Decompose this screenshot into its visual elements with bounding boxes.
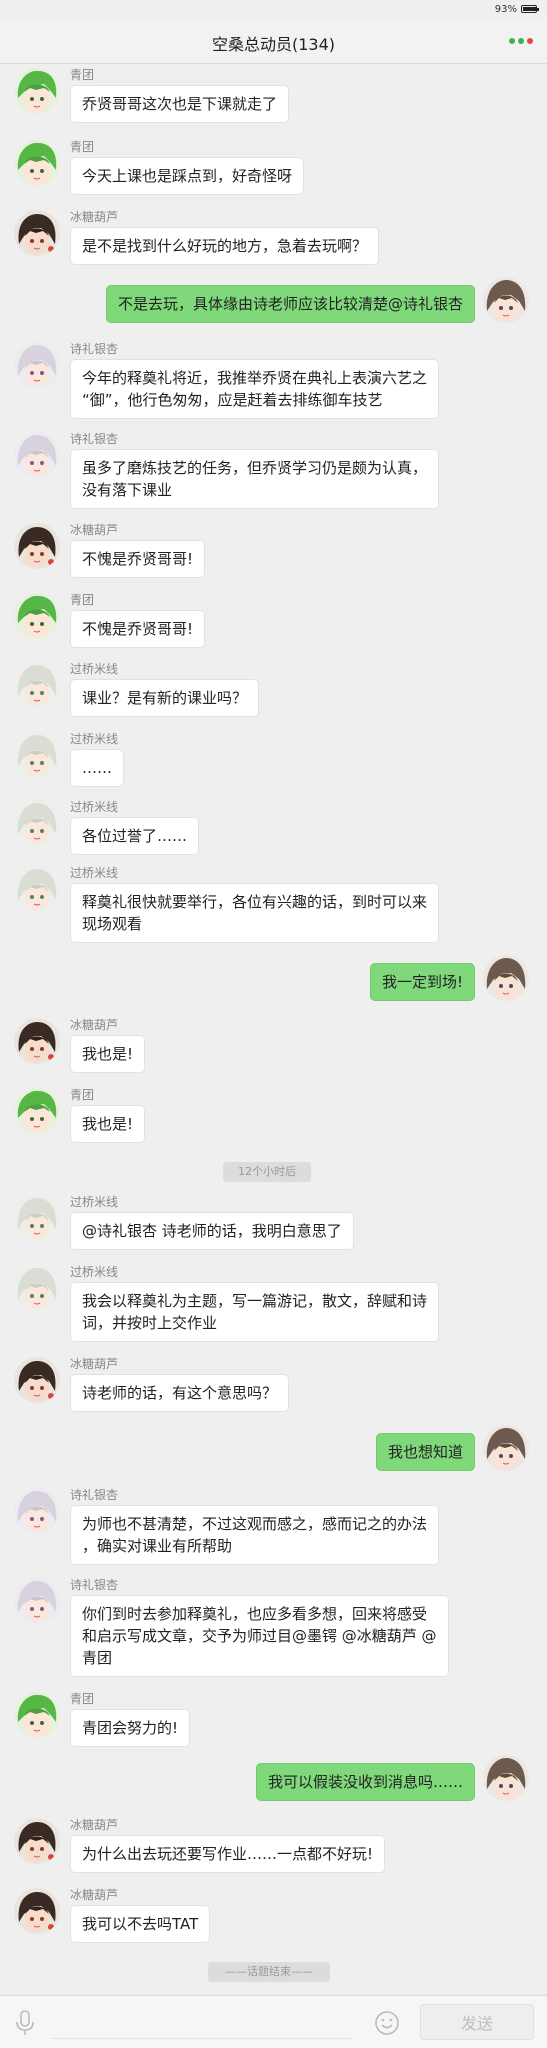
chat-header: 空桑总动员(134) — [0, 18, 547, 64]
topic-end-divider: ——话题结束—— — [208, 1962, 330, 1982]
message-line: 今年的释奠礼将近，我推举乔贤在典礼上表演六艺之 — [82, 369, 428, 387]
sender-name: 冰糖葫芦 — [70, 210, 119, 224]
avatar-qingtuan[interactable] — [14, 593, 60, 639]
avatar-self[interactable] — [483, 1755, 529, 1801]
message-line: 我会以释奠礼为主题，写一篇游记，散文，辞赋和诗 — [82, 1292, 428, 1310]
sender-name: 冰糖葫芦 — [70, 523, 119, 537]
message-bubble[interactable]: 我也想知道 — [375, 1433, 475, 1471]
message-bubble[interactable]: 我可以假装没收到消息吗…… — [255, 1763, 475, 1801]
avatar-shili-yinxing[interactable] — [14, 342, 60, 388]
avatar-guoqiao-mixian[interactable] — [14, 866, 60, 912]
message-bubble[interactable]: 释奠礼很快就要举行，各位有兴趣的话，到时可以来 现场观看 — [70, 883, 440, 943]
sender-name: 诗礼银杏 — [70, 1578, 119, 1592]
avatar-bingtang-hulu[interactable] — [14, 523, 60, 569]
message-line: 你们到时去参加释奠礼，也应多看多想，回来将感受 — [82, 1605, 428, 1623]
message-input[interactable] — [52, 2005, 352, 2039]
message-bubble[interactable]: 青团会努力的! — [70, 1709, 191, 1747]
message-bubble[interactable]: 今年的释奠礼将近，我推举乔贤在典礼上表演六艺之 “御”，他行色匆匆，应是赶着去排… — [70, 359, 440, 419]
battery-icon — [521, 5, 539, 13]
sender-name: 过桥米线 — [70, 1265, 119, 1279]
message-bubble[interactable]: 不愧是乔贤哥哥! — [70, 540, 206, 578]
avatar-guoqiao-mixian[interactable] — [14, 1265, 60, 1311]
sender-name: 过桥米线 — [70, 662, 119, 676]
message-line: 词，并按时上交作业 — [82, 1314, 218, 1332]
message-bubble[interactable]: 我一定到场! — [369, 963, 475, 1001]
send-button[interactable]: 发送 — [420, 2004, 534, 2040]
avatar-qingtuan[interactable] — [14, 68, 60, 114]
message-bubble[interactable]: …… — [70, 749, 124, 787]
chat-title: 空桑总动员(134) — [211, 35, 336, 54]
avatar-self[interactable] — [483, 1425, 529, 1471]
message-line: ，确实对课业有所帮助 — [82, 1537, 233, 1555]
battery-percentage: 93% — [494, 4, 517, 15]
message-line: 和启示写成文章，交予为师过目@墨锷 @冰糖葫芦 @ — [82, 1627, 437, 1645]
message-line: 现场观看 — [82, 915, 143, 933]
avatar-bingtang-hulu[interactable] — [14, 1888, 60, 1934]
message-line: 青团 — [82, 1649, 113, 1667]
message-bubble[interactable]: 诗老师的话，有这个意思吗？ — [70, 1374, 290, 1412]
avatar-guoqiao-mixian[interactable] — [14, 1195, 60, 1241]
message-line: “御”，他行色匆匆，应是赶着去排练御车技艺 — [82, 391, 383, 409]
message-bubble[interactable]: 我也是! — [70, 1035, 146, 1073]
sender-name: 冰糖葫芦 — [70, 1357, 119, 1371]
message-bubble[interactable]: 乔贤哥哥这次也是下课就走了 — [70, 85, 290, 123]
message-line: 为师也不甚清楚，不过这观而感之，感而记之的办法 — [82, 1515, 428, 1533]
avatar-self[interactable] — [483, 277, 529, 323]
microphone-icon[interactable] — [14, 2010, 36, 2036]
avatar-shili-yinxing[interactable] — [14, 432, 60, 478]
avatar-bingtang-hulu[interactable] — [14, 210, 60, 256]
message-bubble[interactable]: 各位过誉了…… — [70, 817, 200, 855]
sender-name: 青团 — [70, 1692, 95, 1706]
message-bubble[interactable]: 课业？是有新的课业吗？ — [70, 679, 260, 717]
sender-name: 青团 — [70, 140, 95, 154]
avatar-qingtuan[interactable] — [14, 1088, 60, 1134]
sender-name: 过桥米线 — [70, 866, 119, 880]
message-bubble[interactable]: 今天上课也是踩点到，好奇怪呀 — [70, 157, 305, 195]
sender-name: 诗礼银杏 — [70, 342, 119, 356]
message-bubble[interactable]: 不愧是乔贤哥哥! — [70, 610, 206, 648]
avatar-qingtuan[interactable] — [14, 1692, 60, 1738]
avatar-guoqiao-mixian[interactable] — [14, 732, 60, 778]
avatar-shili-yinxing[interactable] — [14, 1578, 60, 1624]
sender-name: 过桥米线 — [70, 732, 119, 746]
avatar-bingtang-hulu[interactable] — [14, 1018, 60, 1064]
message-bubble[interactable]: 我会以释奠礼为主题，写一篇游记，散文，辞赋和诗 词，并按时上交作业 — [70, 1282, 440, 1342]
message-bubble[interactable]: 虽多了磨炼技艺的任务，但乔贤学习仍是颇为认真， 没有落下课业 — [70, 449, 440, 509]
status-bar: 93% — [0, 0, 547, 18]
avatar-guoqiao-mixian[interactable] — [14, 800, 60, 846]
message-line: 没有落下课业 — [82, 481, 173, 499]
message-bubble[interactable]: 是不是找到什么好玩的地方，急着去玩啊？ — [70, 227, 380, 265]
sender-name: 冰糖葫芦 — [70, 1888, 119, 1902]
avatar-bingtang-hulu[interactable] — [14, 1357, 60, 1403]
message-bubble[interactable]: 为什么出去玩还要写作业……一点都不好玩! — [70, 1835, 386, 1873]
more-options-icon[interactable] — [509, 38, 535, 46]
avatar-bingtang-hulu[interactable] — [14, 1818, 60, 1864]
sender-name: 冰糖葫芦 — [70, 1018, 119, 1032]
avatar-guoqiao-mixian[interactable] — [14, 662, 60, 708]
avatar-shili-yinxing[interactable] — [14, 1488, 60, 1534]
message-line: 释奠礼很快就要举行，各位有兴趣的话，到时可以来 — [82, 893, 428, 911]
message-bubble[interactable]: @诗礼银杏 诗老师的话，我明白意思了 — [70, 1212, 354, 1250]
sender-name: 诗礼银杏 — [70, 1488, 119, 1502]
message-bubble[interactable]: 我可以不去吗TAT — [70, 1905, 211, 1943]
timestamp-divider: 12个小时后 — [223, 1162, 311, 1182]
emoji-icon[interactable] — [374, 2010, 400, 2036]
input-bar: 发送 — [0, 1995, 547, 2048]
message-bubble[interactable]: 不是去玩，具体缘由诗老师应该比较清楚@诗礼银杏 — [105, 285, 475, 323]
avatar-self[interactable] — [483, 955, 529, 1001]
avatar-qingtuan[interactable] — [14, 140, 60, 186]
sender-name: 青团 — [70, 1088, 95, 1102]
sender-name: 过桥米线 — [70, 1195, 119, 1209]
sender-name: 青团 — [70, 68, 95, 82]
message-line: 虽多了磨炼技艺的任务，但乔贤学习仍是颇为认真， — [82, 459, 428, 477]
sender-name: 青团 — [70, 593, 95, 607]
message-bubble[interactable]: 你们到时去参加释奠礼，也应多看多想，回来将感受 和启示写成文章，交予为师过目@墨… — [70, 1595, 449, 1677]
message-bubble[interactable]: 为师也不甚清楚，不过这观而感之，感而记之的办法 ，确实对课业有所帮助 — [70, 1505, 440, 1565]
sender-name: 冰糖葫芦 — [70, 1818, 119, 1832]
sender-name: 过桥米线 — [70, 800, 119, 814]
sender-name: 诗礼银杏 — [70, 432, 119, 446]
message-bubble[interactable]: 我也是! — [70, 1105, 146, 1143]
